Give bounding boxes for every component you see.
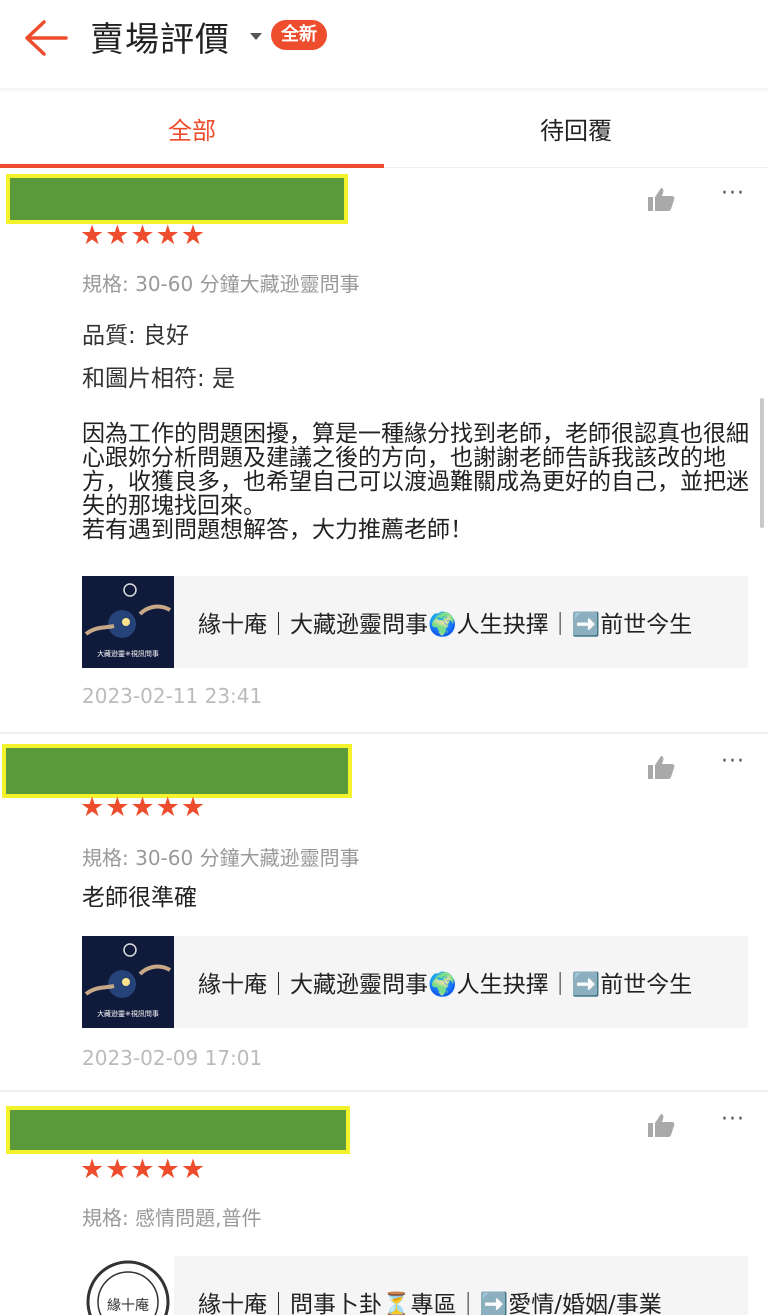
product-title: 緣十庵｜大藏逊靈問事🌍人生抉擇｜➡️前世今生	[198, 612, 693, 638]
review-variant: 規格: 30-60 分鐘大藏逊靈問事	[82, 846, 360, 870]
product-title: 緣十庵｜問事卜卦⏳專區｜➡️愛情/婚姻/事業	[198, 1292, 662, 1315]
redacted-username	[6, 174, 348, 224]
svg-text:大藏逊靈✳視訊問事: 大藏逊靈✳視訊問事	[97, 1009, 159, 1018]
dropdown-caret-icon[interactable]	[250, 33, 262, 40]
product-thumbnail: 緣十庵	[82, 1256, 174, 1315]
more-options-icon[interactable]: ···	[716, 750, 750, 780]
new-badge: 全新	[271, 20, 327, 50]
review-item: ··· ★★★★★ 規格: 感情問題,普件 緣十庵 緣十庵｜問事卜卦⏳專區｜➡️…	[0, 1094, 768, 1315]
more-options-icon[interactable]: ···	[716, 182, 750, 212]
star-rating: ★★★★★	[80, 792, 207, 823]
review-attribute-quality: 品質: 良好	[82, 323, 190, 349]
redacted-username	[6, 1106, 350, 1154]
scrollbar[interactable]	[760, 398, 764, 528]
review-attribute-match: 和圖片相符: 是	[82, 366, 236, 392]
product-card[interactable]: 大藏逊靈✳視訊問事 緣十庵｜大藏逊靈問事🌍人生抉擇｜➡️前世今生	[82, 576, 748, 668]
thumbs-up-icon[interactable]	[646, 1112, 676, 1138]
thumbs-up-icon[interactable]	[646, 754, 676, 780]
thumbs-up-icon[interactable]	[646, 186, 676, 212]
star-rating: ★★★★★	[80, 220, 207, 251]
back-arrow-icon[interactable]	[22, 18, 68, 58]
svg-text:緣十庵: 緣十庵	[107, 1297, 149, 1314]
tab-pending-reply[interactable]: 待回覆	[384, 92, 768, 168]
star-rating: ★★★★★	[80, 1154, 207, 1185]
review-variant: 規格: 感情問題,普件	[82, 1206, 262, 1230]
review-date: 2023-02-11 23:41	[82, 684, 263, 708]
product-card[interactable]: 緣十庵 緣十庵｜問事卜卦⏳專區｜➡️愛情/婚姻/事業	[82, 1256, 748, 1315]
review-date: 2023-02-09 17:01	[82, 1046, 263, 1070]
product-title: 緣十庵｜大藏逊靈問事🌍人生抉擇｜➡️前世今生	[198, 972, 693, 998]
page-title: 賣場評價	[90, 20, 230, 60]
app-header: 賣場評價 全新	[0, 0, 768, 88]
review-variant: 規格: 30-60 分鐘大藏逊靈問事	[82, 272, 360, 296]
review-tabs: 全部 待回覆	[0, 92, 768, 168]
tab-all[interactable]: 全部	[0, 92, 384, 168]
review-item: ··· ★★★★★ 規格: 30-60 分鐘大藏逊靈問事 品質: 良好 和圖片相…	[0, 168, 768, 734]
product-thumbnail: 大藏逊靈✳視訊問事	[82, 576, 174, 668]
product-card[interactable]: 大藏逊靈✳視訊問事 緣十庵｜大藏逊靈問事🌍人生抉擇｜➡️前世今生	[82, 936, 748, 1028]
more-options-icon[interactable]: ···	[716, 1108, 750, 1138]
review-item: ··· ★★★★★ 規格: 30-60 分鐘大藏逊靈問事 老師很準確 大藏逊靈✳…	[0, 736, 768, 1092]
redacted-username	[2, 744, 352, 798]
review-comment: 因為工作的問題困擾，算是一種緣分找到老師，老師很認真也很細心跟妳分析問題及建議之…	[82, 421, 749, 543]
review-comment: 老師很準確	[82, 885, 197, 911]
product-thumbnail: 大藏逊靈✳視訊問事	[82, 936, 174, 1028]
svg-text:大藏逊靈✳視訊問事: 大藏逊靈✳視訊問事	[97, 649, 159, 658]
